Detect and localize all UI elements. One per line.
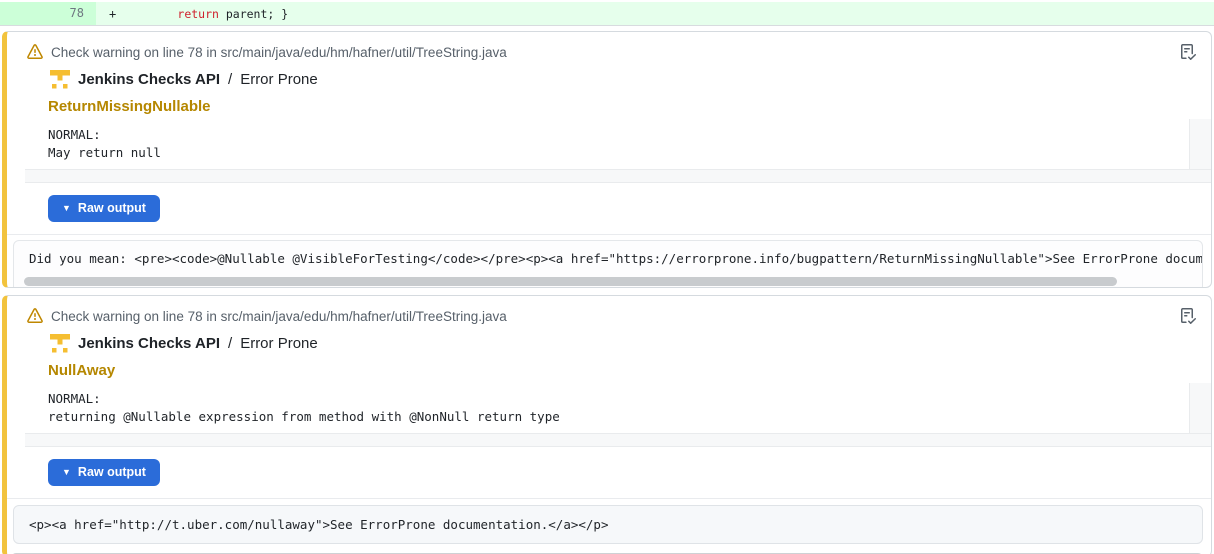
diff-code-text: return parent; } [122, 7, 288, 21]
raw-output-panel: <p><a href="http://t.uber.com/nullaway">… [13, 505, 1203, 544]
raw-output-button[interactable]: ▼ Raw output [48, 459, 160, 486]
message-text: returning @Nullable expression from meth… [48, 409, 560, 424]
code-keyword: return [177, 7, 219, 21]
code-indent [122, 7, 177, 21]
caret-down-icon: ▼ [62, 203, 71, 213]
annotation-message-scrollarea[interactable]: NORMAL: May return null [25, 119, 1211, 183]
horizontal-scrollbar-track[interactable] [25, 169, 1211, 183]
rule-title: ReturnMissingNullable [48, 98, 1211, 116]
raw-output-button-label: Raw output [78, 465, 146, 479]
diff-line-number[interactable]: 78 [0, 2, 96, 25]
rule-title: NullAway [48, 362, 1211, 380]
tool-name-link[interactable]: Jenkins Checks API [78, 335, 220, 352]
tool-name-link[interactable]: Jenkins Checks API [78, 71, 220, 88]
check-tool-row: Jenkins Checks API / Error Prone [50, 69, 1211, 90]
check-warning-card-1: Check warning on line 78 in src/main/jav… [2, 31, 1212, 288]
view-check-run-button[interactable] [1178, 42, 1198, 65]
raw-output-text: Did you mean: <pre><code>@Nullable @Visi… [14, 241, 1202, 276]
annotation-header: Check warning on line 78 in src/main/jav… [7, 32, 1211, 62]
severity-label: NORMAL: [48, 127, 101, 142]
raw-output-text: <p><a href="http://t.uber.com/nullaway">… [14, 506, 1202, 543]
tool-separator: / [228, 71, 232, 88]
jenkins-identicon [50, 70, 70, 90]
view-check-run-button[interactable] [1178, 306, 1198, 329]
raw-output-toggle-row: ▼ Raw output [7, 183, 1211, 235]
tool-separator: / [228, 335, 232, 352]
annotation-header-text: Check warning on line 78 in src/main/jav… [51, 309, 507, 324]
raw-output-panel: Did you mean: <pre><code>@Nullable @Visi… [13, 240, 1203, 288]
horizontal-scrollbar-track[interactable] [25, 433, 1211, 447]
raw-output-toggle-row: ▼ Raw output [7, 447, 1211, 499]
checklist-icon [1180, 44, 1196, 63]
checklist-icon [1180, 308, 1196, 327]
diff-added-line: 78 + return parent; } [0, 2, 1214, 26]
caret-down-icon: ▼ [62, 467, 71, 477]
message-text: May return null [48, 145, 161, 160]
warning-triangle-icon [27, 44, 43, 60]
diff-add-marker: + [96, 7, 122, 21]
annotation-message: NORMAL: May return null [25, 119, 1189, 169]
raw-output-button-label: Raw output [78, 201, 146, 215]
check-run-name-link[interactable]: Error Prone [240, 335, 318, 352]
raw-output-button[interactable]: ▼ Raw output [48, 195, 160, 222]
code-rest: parent; } [219, 7, 288, 21]
annotation-message-scrollarea[interactable]: NORMAL: returning @Nullable expression f… [25, 383, 1211, 447]
annotation-message: NORMAL: returning @Nullable expression f… [25, 383, 1189, 433]
raw-output-scrollbar-track[interactable] [14, 276, 1202, 288]
check-warning-card-2: Check warning on line 78 in src/main/jav… [2, 295, 1212, 554]
vertical-scrollbar-track[interactable] [1189, 119, 1211, 170]
check-run-name-link[interactable]: Error Prone [240, 71, 318, 88]
jenkins-identicon [50, 334, 70, 354]
severity-label: NORMAL: [48, 391, 101, 406]
check-tool-row: Jenkins Checks API / Error Prone [50, 333, 1211, 354]
vertical-scrollbar-track[interactable] [1189, 383, 1211, 434]
raw-output-scrollbar-thumb[interactable] [24, 277, 1117, 286]
annotation-header: Check warning on line 78 in src/main/jav… [7, 296, 1211, 326]
warning-triangle-icon [27, 308, 43, 324]
annotation-header-text: Check warning on line 78 in src/main/jav… [51, 45, 507, 60]
